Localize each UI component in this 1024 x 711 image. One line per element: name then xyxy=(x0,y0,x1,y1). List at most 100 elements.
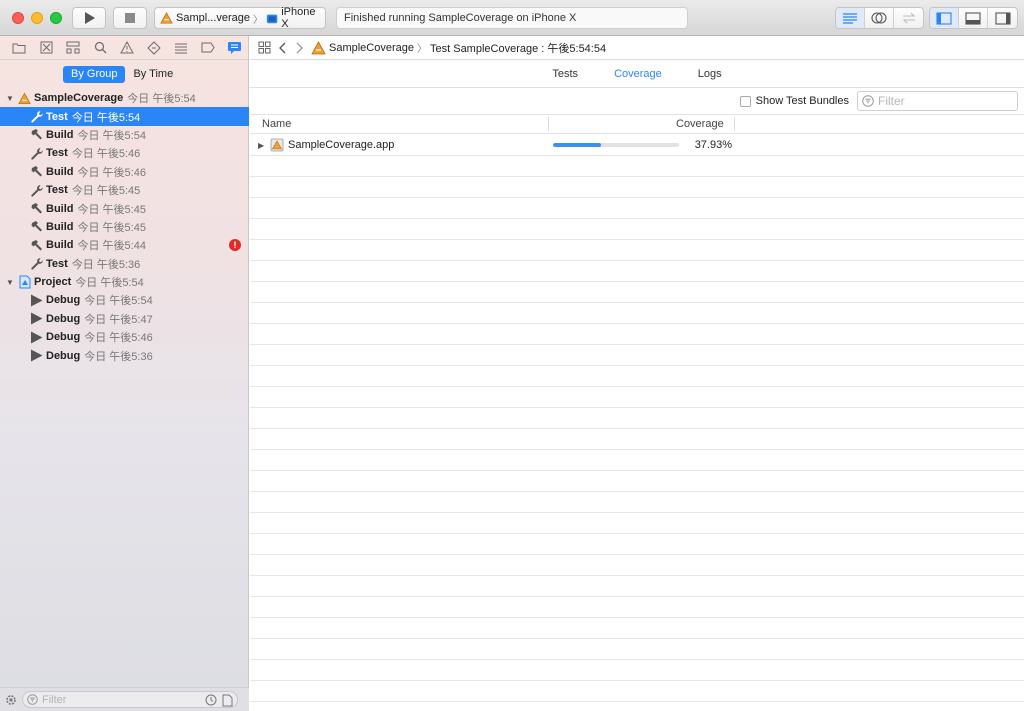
activity-viewer: Finished running SampleCoverage on iPhon… xyxy=(336,7,688,29)
report-item-row[interactable]: Test 今日 午後5:36 xyxy=(0,255,249,273)
row-timestamp: 今日 午後5:45 xyxy=(77,203,146,216)
row-timestamp: 今日 午後5:46 xyxy=(71,148,141,161)
document-icon[interactable] xyxy=(222,694,233,707)
report-item-row[interactable]: Build 今日 午後5:45 xyxy=(0,218,249,236)
play-icon xyxy=(30,294,43,307)
stop-button[interactable] xyxy=(113,7,147,29)
debug-area-toggle-button[interactable] xyxy=(959,8,988,28)
hammer-icon xyxy=(30,202,43,215)
navigator-filter-bar: Filter xyxy=(0,687,249,711)
report-group-row[interactable]: ▼ Project 今日 午後5:54 xyxy=(0,273,249,291)
standard-editor-button[interactable] xyxy=(836,8,865,28)
navigator-toggle-button[interactable] xyxy=(930,8,959,28)
project-icon xyxy=(18,275,31,289)
app-icon xyxy=(160,12,173,24)
row-title: Build xyxy=(46,128,74,141)
version-editor-button[interactable] xyxy=(894,8,923,28)
scheme-separator: 〉 xyxy=(253,14,264,26)
row-title: Debug xyxy=(46,294,81,307)
row-timestamp: 今日 午後5:54 xyxy=(84,295,153,308)
report-item-row[interactable]: Debug 今日 午後5:46 xyxy=(0,328,249,346)
forward-chevron-icon[interactable] xyxy=(295,42,303,54)
row-timestamp: 今日 午後5:54 xyxy=(127,93,196,106)
right-panel-icon xyxy=(994,11,1011,25)
tab-coverage[interactable]: Coverage xyxy=(614,68,662,80)
navigator-filter-field[interactable]: Filter xyxy=(22,691,238,708)
report-item-row[interactable]: Test 今日 午後5:46 xyxy=(0,144,249,162)
column-header-name[interactable]: Name xyxy=(262,118,291,130)
show-test-bundles-checkbox[interactable] xyxy=(739,95,751,107)
inspector-toggle-button[interactable] xyxy=(988,8,1017,28)
filter-icon xyxy=(862,95,874,107)
filter-icon xyxy=(27,694,38,705)
scheme-selector[interactable]: Sampl...verage 〉 iPhone X xyxy=(154,6,326,30)
back-chevron-icon[interactable] xyxy=(279,42,287,54)
row-timestamp: 今日 午後5:46 xyxy=(77,166,146,179)
disclosure-triangle-icon[interactable]: ▼ xyxy=(5,278,15,287)
report-icon[interactable] xyxy=(221,36,248,60)
table-row[interactable]: ▶ SampleCoverage.app 37.93% xyxy=(250,135,1024,155)
zoom-window-button[interactable] xyxy=(50,12,62,24)
test-diamond-icon[interactable] xyxy=(140,36,167,60)
row-timestamp: 今日 午後5:44 xyxy=(77,240,146,253)
play-icon xyxy=(30,331,43,344)
report-item-row[interactable]: Debug 今日 午後5:47 xyxy=(0,310,249,328)
close-window-button[interactable] xyxy=(12,12,24,24)
report-item-row[interactable]: Test 今日 午後5:54 xyxy=(0,107,249,126)
row-timestamp: 今日 午後5:46 xyxy=(84,332,153,345)
coverage-filter-placeholder: Filter xyxy=(878,94,905,108)
tab-logs[interactable]: Logs xyxy=(698,68,722,80)
hammer-icon xyxy=(30,220,43,233)
wrench-icon xyxy=(30,110,43,123)
stop-icon xyxy=(125,13,135,23)
row-timestamp: 今日 午後5:54 xyxy=(75,277,144,290)
row-timestamp: 今日 午後5:45 xyxy=(77,221,146,234)
debug-icon[interactable] xyxy=(167,36,194,60)
coverage-filter-bar: Show Test Bundles Filter xyxy=(250,89,1024,113)
column-divider[interactable] xyxy=(548,117,549,131)
warning-icon[interactable] xyxy=(114,36,141,60)
jump-bar-report[interactable]: Test SampleCoverage : 午後5:54:54 xyxy=(430,40,606,56)
disclosure-triangle-icon[interactable]: ▶ xyxy=(258,141,264,150)
column-header-coverage[interactable]: Coverage xyxy=(676,118,724,130)
breakpoint-icon[interactable] xyxy=(194,36,221,60)
jump-bar-path: SampleCoverage 〉 Test SampleCoverage : 午… xyxy=(311,40,606,56)
clock-icon[interactable] xyxy=(205,694,217,706)
report-item-row[interactable]: Debug 今日 午後5:54 xyxy=(0,291,249,309)
report-group-row[interactable]: ▼ SampleCoverage 今日 午後5:54 xyxy=(0,89,249,107)
report-item-row[interactable]: Build 今日 午後5:45 xyxy=(0,199,249,217)
navigator-selector-bar xyxy=(0,36,248,60)
report-item-row[interactable]: Build 今日 午後5:46 xyxy=(0,163,249,181)
symbol-icon[interactable] xyxy=(60,36,87,60)
venn-icon xyxy=(871,12,887,24)
gear-icon[interactable] xyxy=(4,693,18,707)
grouping-control: By Group By Time xyxy=(63,66,181,83)
report-item-row[interactable]: Test 今日 午後5:45 xyxy=(0,181,249,199)
row-timestamp: 今日 午後5:36 xyxy=(71,258,141,271)
jump-bar-separator: 〉 xyxy=(417,44,427,55)
row-timestamp: 今日 午後5:36 xyxy=(84,350,153,363)
column-divider[interactable] xyxy=(734,117,735,131)
jump-bar-project[interactable]: SampleCoverage xyxy=(329,42,414,54)
related-items-icon[interactable] xyxy=(258,41,271,54)
coverage-filter-field[interactable]: Filter xyxy=(857,91,1018,111)
tab-tests[interactable]: Tests xyxy=(552,68,578,80)
disclosure-triangle-icon[interactable]: ▼ xyxy=(5,94,15,103)
search-icon[interactable] xyxy=(87,36,114,60)
show-test-bundles-option[interactable]: Show Test Bundles xyxy=(739,95,849,107)
row-title: Build xyxy=(46,220,74,233)
row-timestamp: 今日 午後5:54 xyxy=(71,111,141,124)
row-title: Debug xyxy=(46,349,81,362)
report-item-row[interactable]: Build 今日 午後5:54 xyxy=(0,126,249,144)
run-button[interactable] xyxy=(72,7,106,29)
report-item-row[interactable]: Debug 今日 午後5:36 xyxy=(0,346,249,364)
by-group-button[interactable]: By Group xyxy=(63,66,126,83)
source-control-icon[interactable] xyxy=(33,36,60,60)
report-item-row[interactable]: Build 今日 午後5:44! xyxy=(0,236,249,254)
by-time-button[interactable]: By Time xyxy=(125,66,181,83)
folder-icon[interactable] xyxy=(6,36,33,60)
row-timestamp: 今日 午後5:54 xyxy=(77,129,146,142)
minimize-window-button[interactable] xyxy=(31,12,43,24)
assistant-editor-button[interactable] xyxy=(865,8,894,28)
row-title: Build xyxy=(46,165,74,178)
